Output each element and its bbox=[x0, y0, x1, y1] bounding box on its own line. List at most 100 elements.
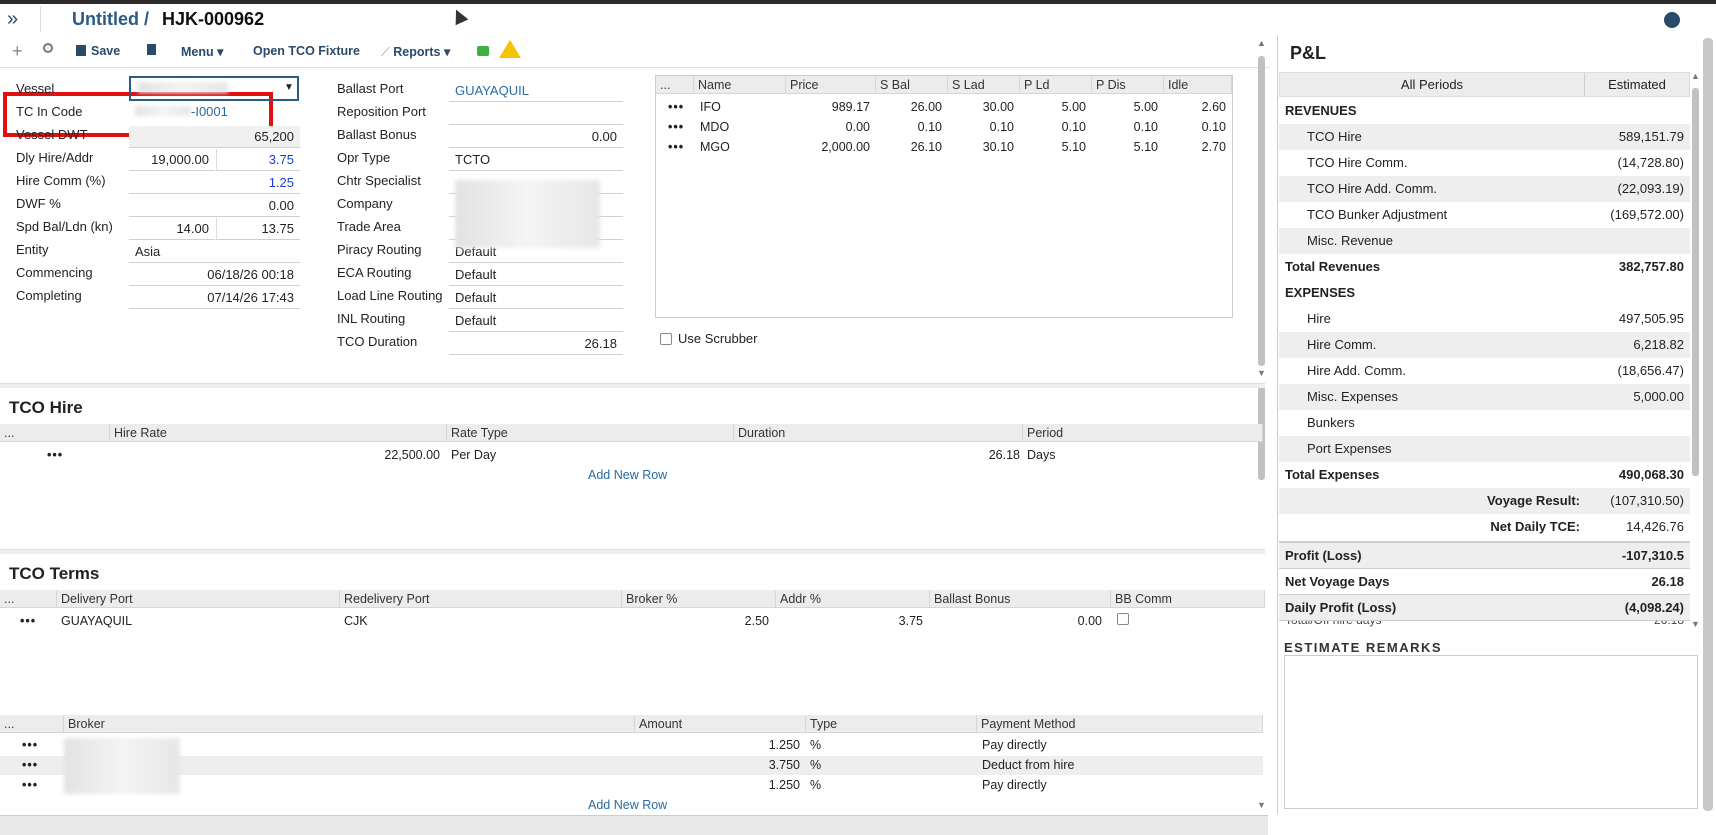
open-tco-fixture-button[interactable]: Open TCO Fixture bbox=[253, 44, 360, 58]
broker-header: Payment Method bbox=[977, 715, 1263, 733]
bb-comm-checkbox[interactable] bbox=[1117, 613, 1129, 625]
bunker-header: P Ld bbox=[1020, 76, 1092, 94]
field-value[interactable]: 0.00 bbox=[129, 195, 300, 217]
row-menu-icon[interactable]: ••• bbox=[22, 756, 38, 774]
hire-rate-cell[interactable]: 22,500.00 bbox=[110, 446, 440, 464]
scroll-down-icon[interactable]: ▼ bbox=[1257, 800, 1266, 810]
field-value[interactable]: 14.00 bbox=[129, 218, 215, 240]
row-menu-icon[interactable]: ••• bbox=[668, 118, 684, 136]
bunker-cell[interactable]: IFO bbox=[700, 98, 721, 116]
field-value-2[interactable]: 13.75 bbox=[216, 218, 300, 240]
outer-scrollbar-thumb[interactable] bbox=[1703, 38, 1713, 811]
payment-method-cell[interactable]: Deduct from hire bbox=[982, 756, 1074, 774]
bunker-cell[interactable]: 989.17 bbox=[786, 98, 870, 116]
row-menu-icon[interactable]: ••• bbox=[22, 736, 38, 754]
field-label: Piracy Routing bbox=[337, 242, 422, 257]
pnl-scrollbar-thumb[interactable] bbox=[1692, 88, 1699, 476]
bunker-cell[interactable]: 26.00 bbox=[876, 98, 942, 116]
bunker-cell[interactable]: 2.70 bbox=[1164, 138, 1226, 156]
broker-pct-cell[interactable]: 2.50 bbox=[626, 612, 769, 630]
amount-cell[interactable]: 1.250 bbox=[635, 776, 800, 794]
row-menu-icon[interactable]: ••• bbox=[22, 776, 38, 794]
estimate-remarks-textarea[interactable] bbox=[1284, 655, 1698, 809]
scroll-down-icon[interactable]: ▼ bbox=[1691, 619, 1700, 629]
scroll-down-icon[interactable]: ▼ bbox=[1257, 368, 1266, 378]
row-menu-icon[interactable]: ••• bbox=[20, 612, 36, 630]
bunker-cell[interactable]: 0.10 bbox=[1092, 118, 1158, 136]
field-value[interactable]: 19,000.00 bbox=[129, 149, 215, 171]
payment-method-cell[interactable]: Pay directly bbox=[982, 776, 1047, 794]
pnl-row-value: 490,068.30 bbox=[1618, 467, 1684, 482]
field-value[interactable]: 26.18 bbox=[449, 333, 623, 355]
duration-cell[interactable]: 26.18 bbox=[738, 446, 1020, 464]
type-cell[interactable]: % bbox=[810, 756, 821, 774]
bunker-cell[interactable]: MDO bbox=[700, 118, 729, 136]
profit-loss-row: Profit (Loss) -107,310.5 bbox=[1279, 543, 1690, 569]
bunker-cell[interactable]: 5.00 bbox=[1092, 98, 1158, 116]
type-cell[interactable]: % bbox=[810, 776, 821, 794]
field-value[interactable]: TCTO bbox=[449, 149, 623, 171]
bunker-cell[interactable]: 5.10 bbox=[1020, 138, 1086, 156]
bunker-cell[interactable]: 5.00 bbox=[1020, 98, 1086, 116]
field-value[interactable]: GUAYAQUIL bbox=[449, 80, 623, 102]
ballast-bonus-cell[interactable]: 0.00 bbox=[934, 612, 1102, 630]
add-new-row-link[interactable]: Add New Row bbox=[588, 796, 667, 814]
field-value[interactable]: Default bbox=[449, 287, 623, 309]
period-cell[interactable]: Days bbox=[1027, 446, 1055, 464]
field-label: Ballast Port bbox=[337, 81, 404, 96]
reports-button[interactable]: ⟋ Reports ▾ bbox=[381, 44, 450, 60]
menu-button[interactable]: Menu ▾ bbox=[181, 44, 223, 59]
all-periods-tab[interactable]: All Periods bbox=[1280, 73, 1584, 96]
bunker-cell[interactable]: 0.10 bbox=[876, 118, 942, 136]
estimated-tab[interactable]: Estimated bbox=[1585, 73, 1689, 96]
bunker-cell[interactable]: 2.60 bbox=[1164, 98, 1226, 116]
globe-icon[interactable] bbox=[1664, 12, 1680, 28]
bunker-cell[interactable]: 5.10 bbox=[1092, 138, 1158, 156]
field-value[interactable]: Default bbox=[449, 264, 623, 286]
add-new-row-link[interactable]: Add New Row bbox=[588, 466, 667, 484]
field-value[interactable]: 0.00 bbox=[449, 126, 623, 148]
scroll-up-icon[interactable]: ▲ bbox=[1691, 71, 1700, 81]
search-icon[interactable] bbox=[43, 43, 53, 53]
trash-icon[interactable] bbox=[147, 44, 156, 55]
save-button[interactable]: Save bbox=[76, 44, 120, 58]
lock-icon[interactable] bbox=[477, 46, 489, 56]
bunker-cell[interactable]: 0.10 bbox=[1164, 118, 1226, 136]
row-menu-icon[interactable]: ••• bbox=[668, 98, 684, 116]
scroll-up-icon[interactable]: ▲ bbox=[1257, 38, 1266, 48]
amount-cell[interactable]: 1.250 bbox=[635, 736, 800, 754]
rate-type-cell[interactable]: Per Day bbox=[451, 446, 496, 464]
row-menu-icon[interactable]: ••• bbox=[47, 446, 63, 464]
field-value-2[interactable]: 3.75 bbox=[216, 149, 300, 171]
payment-method-cell[interactable]: Pay directly bbox=[982, 736, 1047, 754]
tc-in-code-value[interactable]: -I0001 bbox=[191, 101, 271, 123]
plus-icon[interactable]: + bbox=[12, 41, 23, 62]
type-cell[interactable]: % bbox=[810, 736, 821, 754]
warning-icon[interactable] bbox=[499, 40, 521, 58]
bunker-cell[interactable]: 30.00 bbox=[948, 98, 1014, 116]
expand-icon[interactable]: » bbox=[7, 8, 18, 31]
use-scrubber-checkbox[interactable] bbox=[660, 333, 672, 345]
bunker-cell[interactable]: 0.10 bbox=[1020, 118, 1086, 136]
row-menu-icon[interactable]: ••• bbox=[668, 138, 684, 156]
field-value[interactable] bbox=[449, 103, 623, 125]
addr-pct-cell[interactable]: 3.75 bbox=[780, 612, 923, 630]
amount-cell[interactable]: 3.750 bbox=[635, 756, 800, 774]
chevron-down-icon[interactable]: ▼ bbox=[284, 82, 294, 93]
daily-profit-row: Daily Profit (Loss) (4,098.24) bbox=[1279, 595, 1690, 621]
main-scrollbar-thumb[interactable] bbox=[1258, 56, 1265, 366]
field-value[interactable]: 07/14/26 17:43 bbox=[129, 287, 300, 309]
bunker-cell[interactable]: 30.10 bbox=[948, 138, 1014, 156]
field-value[interactable]: Asia bbox=[129, 241, 300, 263]
bunker-cell[interactable]: 0.10 bbox=[948, 118, 1014, 136]
delivery-port-cell[interactable]: GUAYAQUIL bbox=[61, 612, 132, 630]
field-value[interactable]: 1.25 bbox=[129, 172, 300, 194]
redelivery-port-cell[interactable]: CJK bbox=[344, 612, 368, 630]
bunker-header: P Dis bbox=[1092, 76, 1164, 94]
field-value[interactable]: Default bbox=[449, 310, 623, 332]
bunker-cell[interactable]: 26.10 bbox=[876, 138, 942, 156]
field-value[interactable]: 06/18/26 00:18 bbox=[129, 264, 300, 286]
bunker-cell[interactable]: 0.00 bbox=[786, 118, 870, 136]
bunker-cell[interactable]: 2,000.00 bbox=[786, 138, 870, 156]
bunker-cell[interactable]: MGO bbox=[700, 138, 730, 156]
